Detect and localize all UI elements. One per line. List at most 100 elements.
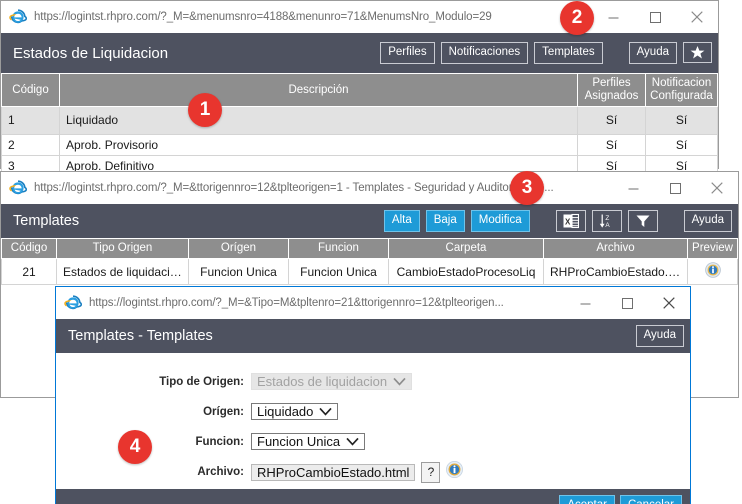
window1-body: Código Descripción Perfiles Asignados No… (1, 72, 718, 178)
info-icon[interactable] (446, 461, 464, 483)
alta-button[interactable]: Alta (383, 210, 420, 232)
cell-codigo: 2 (1, 134, 60, 157)
cell-origen: Funcion Unica (188, 258, 289, 286)
origen-select[interactable]: Liquidado (251, 403, 339, 420)
cancelar-button[interactable]: Cancelar (619, 495, 682, 504)
window1-controls (592, 1, 718, 33)
estados-grid: Código Descripción Perfiles Asignados No… (1, 72, 718, 178)
filter-icon[interactable] (627, 210, 658, 232)
cell-archivo: RHProCambioEstado.html (543, 258, 688, 286)
origen-control: Liquidado (251, 401, 339, 422)
label-archivo: Archivo: (197, 466, 244, 478)
annotation-badge-4: 4 (118, 430, 152, 464)
page-title: Estados de Liquidacion (13, 44, 169, 62)
cell-perfiles: Sí (577, 106, 646, 136)
info-icon[interactable] (704, 262, 721, 281)
svg-text:Z: Z (605, 215, 609, 222)
cell-preview[interactable] (687, 258, 738, 286)
ayuda-button[interactable]: Ayuda (683, 210, 732, 232)
label-origen: Orígen: (203, 405, 244, 418)
cell-perfiles: Sí (577, 134, 646, 157)
maximize-icon[interactable] (654, 173, 696, 203)
minimize-icon[interactable] (612, 173, 654, 203)
svg-text:X: X (565, 218, 571, 227)
col-tipo-origen[interactable]: Tipo Origen (56, 237, 189, 260)
close-icon[interactable] (696, 173, 738, 203)
window2-appbar: Templates Alta Baja Modifica X Z A Ayuda (1, 204, 738, 238)
sort-za-icon[interactable]: Z A (591, 210, 622, 232)
baja-button[interactable]: Baja (425, 210, 465, 232)
cell-tipo-origen: Estados de liquidacion (56, 258, 189, 286)
aceptar-button[interactable]: Aceptar (559, 495, 615, 504)
templates-grid: Código Tipo Origen Orígen Funcion Carpet… (1, 237, 738, 286)
window2-controls (612, 172, 738, 204)
field-row-origen: Orígen: Liquidado (56, 401, 690, 422)
notificaciones-button[interactable]: Notificaciones (440, 42, 529, 64)
maximize-icon[interactable] (606, 288, 648, 318)
col-funcion[interactable]: Funcion (288, 237, 389, 260)
ayuda-button[interactable]: Ayuda (635, 325, 684, 347)
col-codigo[interactable]: Código (1, 237, 57, 260)
window2-body: Código Tipo Origen Orígen Funcion Carpet… (1, 237, 738, 286)
table-row[interactable]: 21 Estados de liquidacion Funcion Unica … (1, 258, 738, 286)
star-icon[interactable] (683, 42, 712, 64)
tipo-de-origen-select: Estados de liquidacion (251, 373, 413, 390)
internet-explorer-icon (9, 8, 28, 26)
window-estados-de-liquidacion: https://logintst.rhpro.com/?_M=&menumsnr… (0, 0, 719, 178)
dialog-templates-edit: https://logintst.rhpro.com/?_M=&Tipo=M&t… (55, 286, 691, 504)
page-title: Templates (13, 213, 80, 229)
minimize-icon[interactable] (564, 288, 606, 318)
table-row[interactable]: 2 Aprob. Provisorio Sí Sí (1, 134, 718, 157)
ayuda-button[interactable]: Ayuda (628, 42, 677, 64)
close-icon[interactable] (676, 2, 718, 32)
internet-explorer-icon (9, 179, 28, 197)
dialog-title: Templates - Templates (68, 328, 213, 344)
window1-titlebar[interactable]: https://logintst.rhpro.com/?_M=&menumsnr… (1, 1, 718, 33)
grid-header-row: Código Tipo Origen Orígen Funcion Carpet… (1, 237, 738, 260)
annotation-badge-3: 3 (510, 171, 544, 205)
col-descripcion[interactable]: Descripción (59, 72, 578, 108)
label-tipo-de-origen: Tipo de Origen: (159, 375, 244, 388)
annotation-badge-2: 2 (560, 1, 594, 35)
close-icon[interactable] (648, 288, 690, 318)
cell-codigo: 1 (1, 106, 60, 136)
window1-toolbar: Perfiles Notificaciones Templates Ayuda (380, 42, 712, 64)
dialog-titlebar[interactable]: https://logintst.rhpro.com/?_M=&Tipo=M&t… (56, 287, 690, 319)
internet-explorer-icon (64, 294, 83, 312)
window2-toolbar: Alta Baja Modifica X Z A Ayuda (383, 210, 732, 232)
modifica-button[interactable]: Modifica (470, 210, 530, 232)
window1-appbar: Estados de Liquidacion Perfiles Notifica… (1, 33, 718, 73)
col-perfiles-asignados[interactable]: Perfiles Asignados (577, 72, 646, 108)
tipo-de-origen-control: Estados de liquidacion (251, 371, 413, 392)
cell-codigo: 21 (1, 258, 57, 286)
archivo-control: RHProCambioEstado.html (251, 462, 416, 483)
dialog-controls (564, 287, 690, 319)
screenshot-root: https://logintst.rhpro.com/?_M=&menumsnr… (0, 0, 742, 504)
field-row-archivo: Archivo: RHProCambioEstado.html ? (56, 461, 690, 483)
col-codigo[interactable]: Código (1, 72, 60, 108)
perfiles-button[interactable]: Perfiles (380, 42, 435, 64)
col-preview[interactable]: Preview (687, 237, 738, 260)
table-row[interactable]: 1 Liquidado Sí Sí (1, 106, 718, 136)
dialog-footer: Aceptar Cancelar (56, 489, 690, 504)
grid-header-row: Código Descripción Perfiles Asignados No… (1, 72, 718, 108)
dialog-toolbar: Ayuda (635, 325, 684, 347)
col-origen[interactable]: Orígen (188, 237, 289, 260)
templates-button[interactable]: Templates (534, 42, 603, 64)
field-row-tipo-de-origen: Tipo de Origen: Estados de liquidacion (56, 371, 690, 392)
minimize-icon[interactable] (592, 2, 634, 32)
dialog-form: Tipo de Origen: Estados de liquidacion O… (56, 353, 690, 489)
label-funcion: Funcion: (195, 435, 244, 448)
archivo-help-button[interactable]: ? (421, 461, 441, 483)
cell-descripcion: Liquidado (59, 106, 578, 136)
archivo-input[interactable]: RHProCambioEstado.html (251, 463, 416, 481)
funcion-select[interactable]: Funcion Unica (251, 433, 366, 450)
export-excel-icon[interactable]: X (555, 210, 586, 232)
col-notificacion-configurada[interactable]: Notificacion Configurada (645, 72, 718, 108)
col-carpeta[interactable]: Carpeta (388, 237, 544, 260)
col-archivo[interactable]: Archivo (543, 237, 688, 260)
annotation-badge-1: 1 (188, 93, 222, 127)
maximize-icon[interactable] (634, 2, 676, 32)
cell-descripcion: Aprob. Provisorio (59, 134, 578, 157)
window2-titlebar[interactable]: https://logintst.rhpro.com/?_M=&ttorigen… (1, 172, 738, 204)
